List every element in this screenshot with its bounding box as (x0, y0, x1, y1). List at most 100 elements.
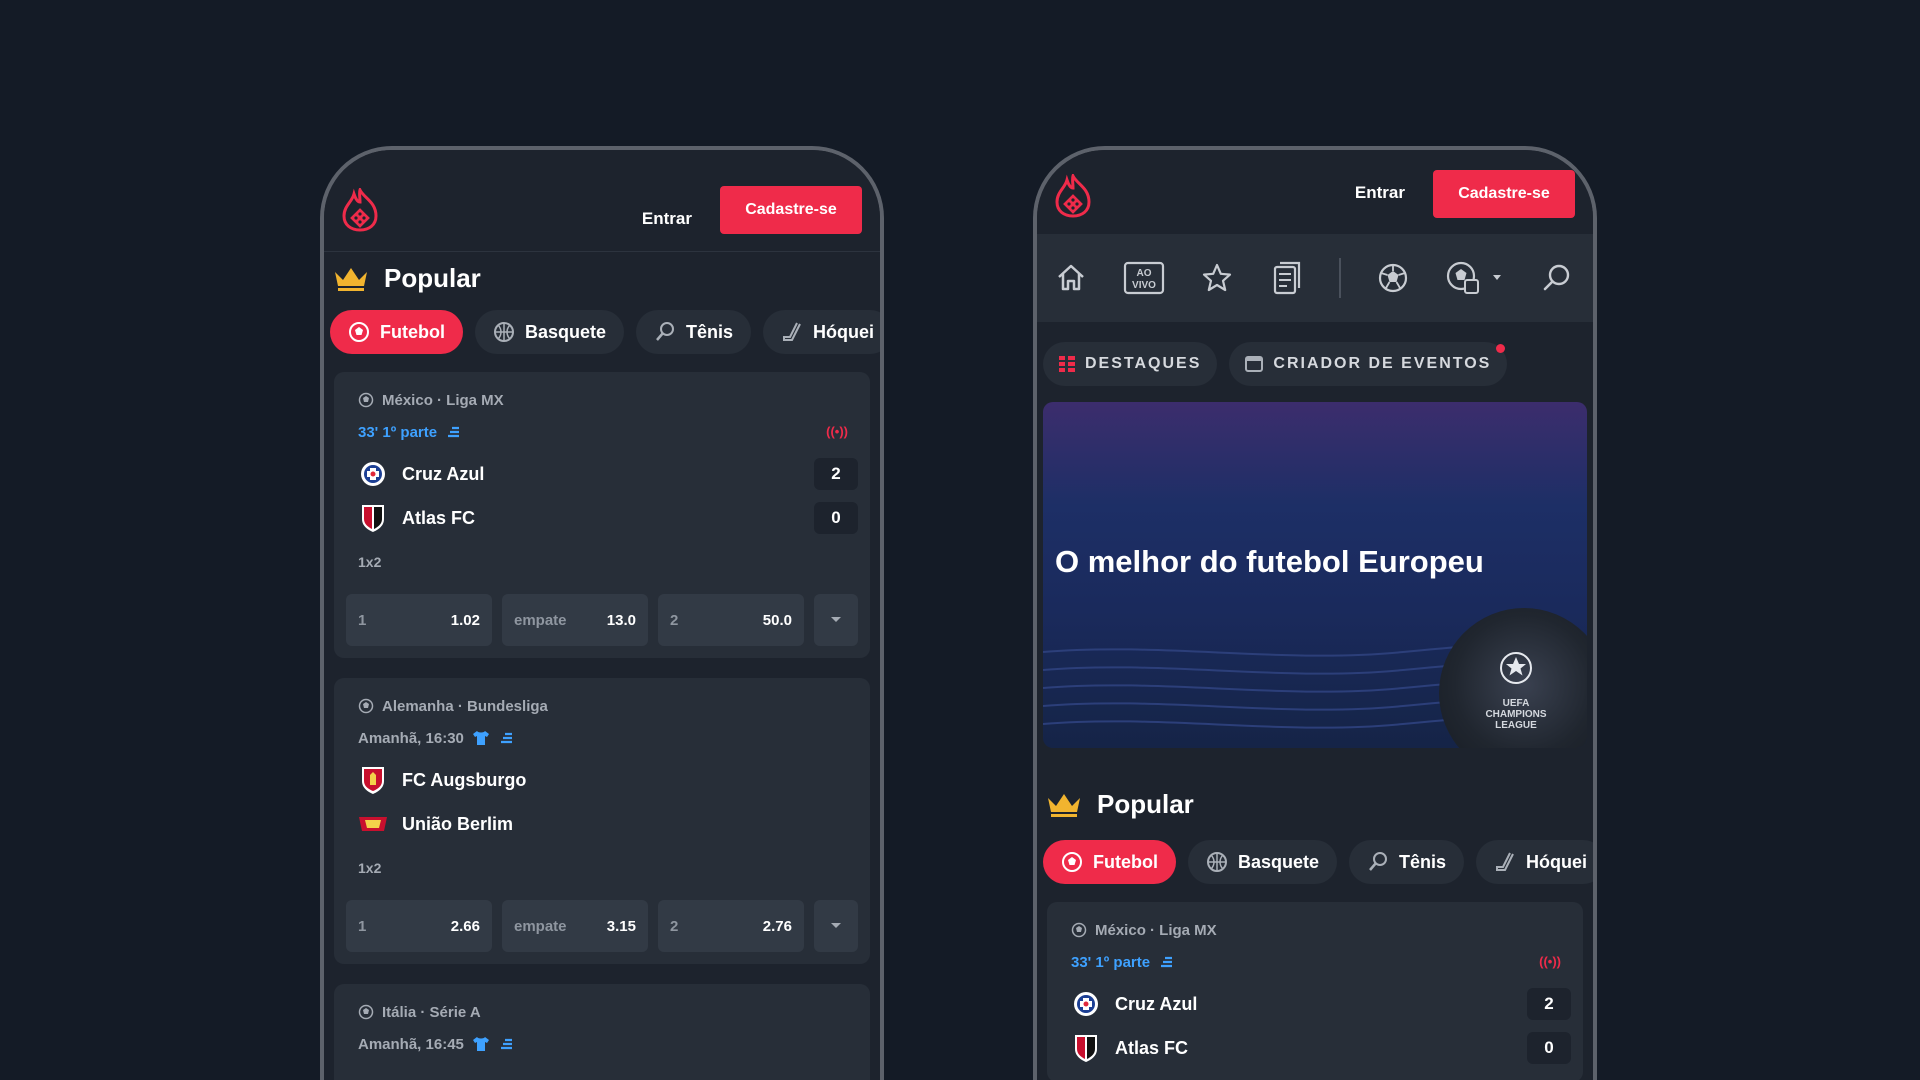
crown-icon (335, 268, 367, 291)
odd-label: empate (514, 611, 567, 629)
hockey-stick-icon (783, 322, 801, 341)
sport-tab-label: Futebol (1093, 851, 1158, 872)
tab-label: DESTAQUES (1085, 355, 1202, 372)
live-icon[interactable]: AO VIVO (1123, 260, 1165, 296)
match-time: 33' 1º parte (1071, 953, 1151, 971)
world-football-icon[interactable] (1445, 260, 1505, 296)
tab-criador-de-eventos[interactable]: CRIADOR DE EVENTOS (1229, 342, 1508, 386)
sport-filter-bar: Futebol Basquete Tênis Hóquei (324, 304, 880, 372)
popular-header: Popular (324, 252, 880, 304)
league-name: México · Liga MX (382, 391, 504, 409)
match-status: Amanhã, 16:45 (358, 1034, 858, 1054)
hockey-stick-icon (1496, 852, 1514, 871)
sport-tab-basketball[interactable]: Basquete (1188, 840, 1338, 884)
event-card[interactable]: Itália · Série A Amanhã, 16:45 (334, 984, 870, 1080)
odd-value: 50.0 (762, 611, 792, 629)
sport-tab-football[interactable]: Futebol (1043, 840, 1176, 884)
sport-tab-label: Basquete (525, 321, 607, 342)
stats-icon (448, 426, 460, 438)
odd-away-button[interactable]: 2 50.0 (658, 594, 804, 646)
home-team-row: FC Augsburgo (358, 758, 858, 802)
search-icon[interactable] (1539, 260, 1575, 296)
odds-row: 1 2.66 empate 3.15 2 2.76 (346, 900, 858, 952)
login-button[interactable]: Entrar (1355, 170, 1405, 216)
event-card[interactable]: México · Liga MX 33' 1º parte ((•)) Cruz… (1047, 902, 1583, 1080)
sport-tab-basketball[interactable]: Basquete (475, 310, 625, 354)
stats-icon (500, 732, 512, 744)
away-score: 0 (814, 502, 858, 534)
tennis-racket-icon (656, 322, 675, 341)
odd-draw-button[interactable]: empate 13.0 (502, 594, 648, 646)
union-berlin-crest-icon (358, 809, 388, 839)
league-name: México · Liga MX (1095, 921, 1217, 939)
sport-tab-hockey[interactable]: Hóquei (1476, 840, 1593, 884)
sport-tab-hockey[interactable]: Hóquei (763, 310, 880, 354)
tennis-racket-icon (1369, 852, 1388, 871)
odd-label: 1 (358, 917, 367, 935)
svg-text:AO: AO (1137, 268, 1152, 279)
more-markets-button[interactable] (814, 594, 858, 646)
odd-value: 1.02 (450, 611, 480, 629)
cruz-azul-crest-icon (358, 459, 388, 489)
popular-title: Popular (384, 262, 481, 293)
event-card[interactable]: México · Liga MX 33' 1º parte ((•)) Cruz… (334, 372, 870, 658)
signup-button[interactable]: Cadastre-se (720, 186, 862, 234)
globe-icon (1071, 922, 1087, 938)
match-time: Amanhã, 16:45 (358, 1035, 464, 1053)
sport-tab-label: Tênis (686, 321, 734, 342)
tab-destaques[interactable]: DESTAQUES (1043, 342, 1218, 386)
odd-home-button[interactable]: 1 2.66 (346, 900, 492, 952)
main-nav: AO VIVO (1037, 234, 1593, 322)
tab-label: CRIADOR DE EVENTOS (1273, 355, 1492, 372)
mobile-screen-left: Entrar Cadastre-se Popular Futebol Basqu… (320, 146, 884, 1080)
market-label: 1x2 (358, 554, 382, 570)
away-team-row: Atlas FC 0 (1071, 1026, 1571, 1070)
home-score: 2 (1527, 988, 1571, 1020)
away-team-name: Atlas FC (1115, 1037, 1189, 1058)
market-label: 1x2 (358, 860, 382, 876)
football-icon[interactable] (1375, 260, 1411, 296)
odd-label: 2 (670, 917, 679, 935)
match-time: 33' 1º parte (358, 423, 438, 441)
odd-away-button[interactable]: 2 2.76 (658, 900, 804, 952)
sub-tabs: DESTAQUES CRIADOR DE EVENTOS (1037, 322, 1593, 402)
promo-banner[interactable]: O melhor do futebol Europeu UEFA CHAMPIO… (1043, 402, 1587, 748)
star-icon[interactable] (1199, 260, 1235, 296)
sport-tab-football[interactable]: Futebol (330, 310, 463, 354)
atlas-crest-icon (1071, 1033, 1101, 1063)
odd-draw-button[interactable]: empate 3.15 (502, 900, 648, 952)
basketball-icon (1207, 852, 1227, 872)
ucl-text: UEFA CHAMPIONS LEAGUE (1485, 698, 1547, 731)
sport-tab-tennis[interactable]: Tênis (636, 310, 752, 354)
popular-header: Popular (1037, 774, 1593, 834)
match-time: Amanhã, 16:30 (358, 729, 464, 747)
event-card[interactable]: Alemanha · Bundesliga Amanhã, 16:30 FC A… (334, 678, 870, 964)
home-icon[interactable] (1053, 260, 1089, 296)
odd-label: 2 (670, 611, 679, 629)
sport-tab-label: Futebol (380, 321, 445, 342)
football-icon (349, 322, 369, 342)
logo-icon[interactable] (342, 188, 378, 232)
match-status: Amanhã, 16:30 (358, 728, 858, 748)
top-bar: Entrar Cadastre-se (324, 150, 880, 252)
basketball-icon (494, 322, 514, 342)
stats-icon (500, 1038, 512, 1050)
live-stream-icon: ((•)) (826, 424, 848, 439)
cruz-azul-crest-icon (1071, 989, 1101, 1019)
chevron-down-icon (831, 617, 841, 622)
sport-tab-label: Basquete (1238, 851, 1320, 872)
odd-home-button[interactable]: 1 1.02 (346, 594, 492, 646)
login-button[interactable]: Entrar (642, 196, 692, 242)
sport-tab-tennis[interactable]: Tênis (1349, 840, 1465, 884)
home-team-name: Cruz Azul (1115, 993, 1198, 1014)
logo-icon[interactable] (1055, 174, 1091, 218)
betslip-icon[interactable] (1269, 260, 1305, 296)
home-team-name: FC Augsburgo (402, 769, 527, 790)
calendar-icon (1245, 356, 1264, 372)
jersey-icon (472, 731, 489, 745)
signup-button[interactable]: Cadastre-se (1433, 170, 1575, 218)
top-bar: Entrar Cadastre-se (1037, 150, 1593, 234)
augsburg-crest-icon (358, 765, 388, 795)
globe-icon (358, 698, 374, 714)
more-markets-button[interactable] (814, 900, 858, 952)
